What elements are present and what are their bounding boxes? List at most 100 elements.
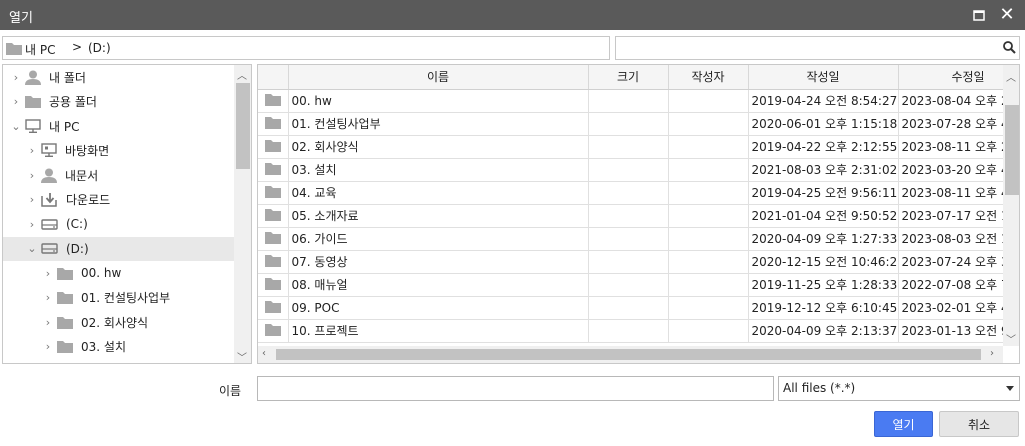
breadcrumb-d-drive[interactable]: (D:) [88,41,111,55]
column-header-modified[interactable]: 수정일 [898,65,1003,90]
folder-tree: › 내 폴더 › 공용 폴더 ⌄ 내 PC › 바탕화면 › 내문서 › 다운로드 › (C:) ⌄ (D:)… [2,64,252,364]
cell-author [668,112,749,136]
folder-icon [258,204,289,228]
chevron-right-icon[interactable]: › [9,95,23,108]
cell-author [668,250,749,274]
file-list-hscrollbar[interactable]: ‹ › [258,346,1003,363]
table-row[interactable]: 04. 교육 2019-04-25 오전 9:56:11 2023-08-11 오후… [258,181,1003,205]
file-list-vscroll-thumb[interactable] [1005,105,1019,195]
tree-item[interactable]: ⌄ (D:) [3,236,234,261]
cell-modified: 2023-08-11 오후 2 [898,135,1003,159]
cell-modified: 2023-08-03 오전 1 [898,227,1003,251]
chevron-right-icon[interactable]: › [41,267,55,280]
scroll-down-icon[interactable]: ﹀ [1006,331,1016,346]
tree-item[interactable]: › 내문서 [3,163,234,187]
tree-item-label: 02. 회사양식 [81,315,149,330]
tree-item-label: 내 폴더 [49,70,86,85]
chevron-right-icon[interactable]: › [25,193,39,206]
cell-size [588,250,669,274]
cell-size [588,181,669,205]
tree-item[interactable]: › 02. 회사양식 [3,310,234,334]
scroll-right-icon[interactable]: › [990,348,994,359]
drive-icon [41,243,58,254]
tree-scroll-thumb[interactable] [236,83,250,169]
table-row[interactable]: 00. hw 2019-04-24 오전 8:54:27 2023-08-04 오후… [258,89,1003,113]
tree-item[interactable]: › 공용 폴더 [3,90,234,114]
table-row[interactable]: 07. 동영상 2020-12-15 오전 10:46:22 2023-07-24 … [258,250,1003,274]
chevron-down-icon[interactable]: ⌄ [9,120,23,133]
scroll-down-icon[interactable]: ﹀ [237,349,247,363]
file-list: 이름 크기 작성자 작성일 수정일 00. hw 2019-04-24 오전 8:… [257,64,1020,364]
chevron-right-icon[interactable]: › [9,71,23,84]
cell-created: 2020-04-09 오후 1:27:33 [748,227,899,251]
tree-item[interactable]: › 바탕화면 [3,139,234,163]
folder-icon [57,267,73,280]
tree-item-label: (D:) [66,241,89,256]
cell-author [668,319,749,343]
cell-created: 2019-04-25 오전 9:56:11 [748,181,899,205]
column-header-size[interactable]: 크기 [588,65,669,90]
chevron-right-icon[interactable]: › [41,340,55,353]
table-row[interactable]: 10. 프로젝트 2020-04-09 오후 2:13:37 2023-01-13 … [258,319,1003,343]
file-list-hscroll-thumb[interactable] [276,349,981,360]
folder-icon [57,291,73,304]
filetype-select[interactable]: All files (*.*) [778,376,1020,401]
cancel-button[interactable]: 취소 [939,411,1019,437]
table-row[interactable]: 09. POC 2019-12-12 오후 6:10:45 2023-02-01 오… [258,296,1003,320]
table-row[interactable]: 08. 매뉴얼 2019-11-25 오후 1:28:33 2022-07-08 오… [258,273,1003,297]
cell-created: 2020-12-15 오전 10:46:22 [748,250,899,274]
maximize-icon [973,9,985,21]
scroll-left-icon[interactable]: ‹ [262,348,266,359]
tree-item-label: 00. hw [81,266,122,280]
column-header-name[interactable]: 이름 [288,65,589,90]
scroll-up-icon[interactable]: ︿ [237,67,247,82]
tree-item[interactable]: › (C:) [3,212,234,236]
cell-created: 2020-04-09 오후 2:13:37 [748,319,899,343]
cell-author [668,158,749,182]
folder-icon [258,181,289,205]
cell-modified: 2023-07-24 오후 3 [898,250,1003,274]
cell-modified: 2023-02-01 오후 4 [898,296,1003,320]
column-header-created[interactable]: 작성일 [748,65,899,90]
chevron-right-icon[interactable]: › [41,291,55,304]
table-row[interactable]: 06. 가이드 2020-04-09 오후 1:27:33 2023-08-03 오… [258,227,1003,251]
cell-size [588,112,669,136]
path-bar[interactable]: 내 PC > (D:) [2,36,610,60]
cell-author [668,135,749,159]
file-list-vscrollbar[interactable]: ︿ ﹀ [1003,65,1019,346]
search-icon[interactable] [1003,41,1016,57]
breadcrumb-mypc[interactable]: 내 PC [25,41,55,58]
tree-item[interactable]: › 00. hw [3,261,234,285]
tree-item[interactable]: › 01. 컨설팅사업부 [3,286,234,310]
maximize-button[interactable] [968,4,990,26]
tree-item[interactable]: › 내 폴더 [3,65,234,89]
chevron-down-icon[interactable]: ⌄ [25,242,39,255]
tree-scrollbar[interactable]: ︿ ﹀ [234,65,251,363]
cell-name: 09. POC [288,296,589,320]
close-button[interactable]: ✕ [996,4,1018,26]
cell-author [668,273,749,297]
tree-item-label: 바탕화면 [65,144,110,158]
cell-created: 2019-04-24 오전 8:54:27 [748,89,899,113]
table-row[interactable]: 01. 컨설팅사업부 2020-06-01 오후 1:15:18 2023-07-2… [258,112,1003,136]
table-row[interactable]: 05. 소개자료 2021-01-04 오전 9:50:52 2023-07-17 … [258,204,1003,228]
folder-icon [258,250,289,274]
search-input[interactable] [618,38,998,58]
tree-item[interactable]: › 03. 설치 [3,335,234,359]
folder-icon [258,273,289,297]
tree-item[interactable]: › 다운로드 [3,188,234,212]
scroll-up-icon[interactable]: ︿ [1006,69,1016,84]
table-row[interactable]: 02. 회사양식 2019-04-22 오후 2:12:55 2023-08-11 … [258,135,1003,159]
table-row[interactable]: 03. 설치 2021-08-03 오후 2:31:02 2023-03-20 오후… [258,158,1003,182]
chevron-right-icon[interactable]: › [25,218,39,231]
column-header-author[interactable]: 작성자 [668,65,749,90]
chevron-right-icon[interactable]: › [25,169,39,182]
tree-item-label: 03. 설치 [81,340,126,354]
chevron-right-icon[interactable]: › [41,316,55,329]
chevron-right-icon[interactable]: › [25,144,39,157]
folder-icon [258,227,289,251]
folder-icon [6,42,22,58]
tree-item[interactable]: ⌄ 내 PC [3,114,234,138]
open-button[interactable]: 열기 [874,411,933,437]
filename-input[interactable] [257,376,774,401]
